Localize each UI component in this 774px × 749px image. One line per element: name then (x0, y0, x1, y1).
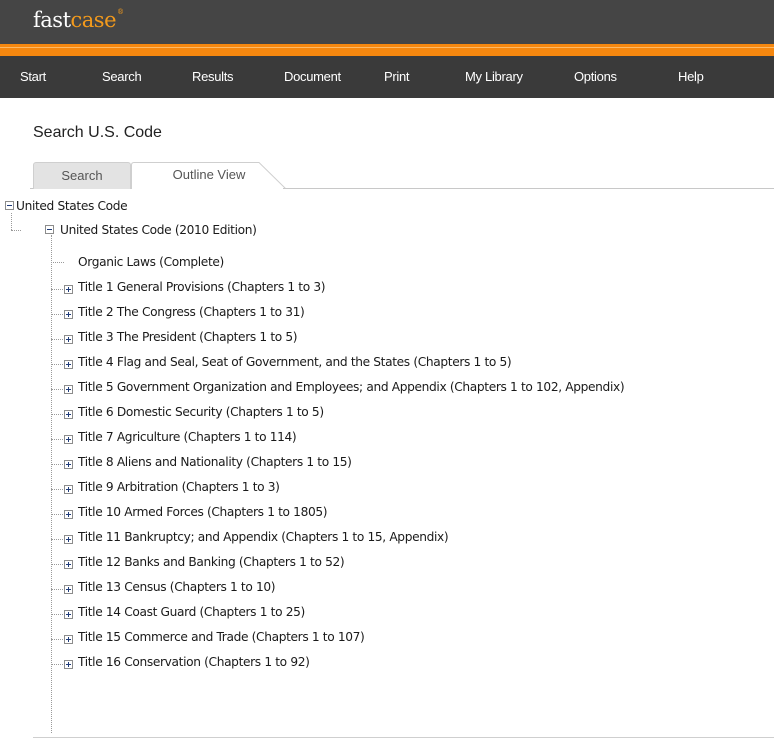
tree-node-label[interactable]: Title 3 The President (Chapters 1 to 5) (78, 330, 298, 344)
accent-stripe (0, 44, 774, 56)
registered-mark: ® (117, 8, 124, 16)
nav-my-library[interactable]: My Library (465, 69, 523, 84)
nav-document[interactable]: Document (284, 69, 341, 84)
tree-node-label[interactable]: Title 14 Coast Guard (Chapters 1 to 25) (78, 605, 305, 619)
tree-connector (51, 639, 65, 640)
tree-node-label[interactable]: Title 13 Census (Chapters 1 to 10) (78, 580, 276, 594)
plus-box-icon[interactable] (64, 410, 73, 419)
plus-box-icon[interactable] (64, 385, 73, 394)
plus-box-icon[interactable] (64, 535, 73, 544)
nav-print[interactable]: Print (384, 69, 410, 84)
tree-node-label[interactable]: Title 5 Government Organization and Empl… (78, 380, 625, 394)
plus-box-icon[interactable] (64, 635, 73, 644)
tree-connector (51, 589, 65, 590)
header-bar: fastcase® (0, 0, 774, 44)
tree-connector (51, 489, 65, 490)
tree-node-label[interactable]: Title 11 Bankruptcy; and Appendix (Chapt… (78, 530, 449, 544)
tree-node-label[interactable]: Title 8 Aliens and Nationality (Chapters… (78, 455, 352, 469)
tree-connector (51, 614, 65, 615)
fastcase-logo[interactable]: fastcase® (33, 8, 124, 32)
plus-box-icon[interactable] (64, 485, 73, 494)
tree-node-label[interactable]: Title 4 Flag and Seal, Seat of Governmen… (78, 355, 512, 369)
plus-box-icon[interactable] (64, 660, 73, 669)
tree-connector (11, 230, 21, 231)
tree-connector (51, 262, 64, 263)
tree-node-label[interactable]: United States Code (16, 199, 128, 213)
tab-outline-label: Outline View (172, 167, 246, 182)
tree-connector (51, 289, 65, 290)
nav-search[interactable]: Search (102, 69, 142, 84)
plus-box-icon[interactable] (64, 585, 73, 594)
tree-connector (51, 514, 65, 515)
logo-suffix: case (70, 8, 117, 32)
minus-box-icon[interactable] (5, 201, 14, 210)
tree-node-label[interactable]: United States Code (2010 Edition) (60, 223, 257, 237)
tree-node-label[interactable]: Title 1 General Provisions (Chapters 1 t… (78, 280, 326, 294)
page-title: Search U.S. Code (33, 124, 162, 141)
tab-search-label: Search (61, 168, 103, 183)
tree-connector (51, 364, 65, 365)
nav-start[interactable]: Start (20, 69, 46, 84)
nav-results[interactable]: Results (192, 69, 234, 84)
tree-connector (51, 539, 65, 540)
plus-box-icon[interactable] (64, 335, 73, 344)
logo-prefix: fast (33, 8, 71, 32)
tree-connector (51, 664, 65, 665)
tree-connector (11, 213, 12, 230)
panel-bottom-border (33, 737, 774, 738)
tree-connector (51, 414, 65, 415)
nav-options[interactable]: Options (574, 69, 617, 84)
tree-connector (51, 439, 65, 440)
tree-connector (51, 235, 52, 733)
tree-node-label[interactable]: Title 15 Commerce and Trade (Chapters 1 … (78, 630, 365, 644)
plus-box-icon[interactable] (64, 360, 73, 369)
nav-help[interactable]: Help (678, 69, 704, 84)
tree-connector (51, 339, 65, 340)
tab-search[interactable]: Search (33, 162, 131, 189)
tree-connector (51, 314, 65, 315)
plus-box-icon[interactable] (64, 310, 73, 319)
tree-node-label[interactable]: Title 12 Banks and Banking (Chapters 1 t… (78, 555, 345, 569)
tree-node-label[interactable]: Title 9 Arbitration (Chapters 1 to 3) (78, 480, 280, 494)
tree-node-label[interactable]: Organic Laws (Complete) (78, 255, 224, 269)
plus-box-icon[interactable] (64, 285, 73, 294)
tree-connector (51, 464, 65, 465)
plus-box-icon[interactable] (64, 460, 73, 469)
main-nav: Start Search Results Document Print My L… (0, 56, 774, 98)
tab-outline-view[interactable]: Outline View (131, 162, 287, 189)
tree-node-label[interactable]: Title 6 Domestic Security (Chapters 1 to… (78, 405, 324, 419)
tab-baseline (283, 188, 774, 189)
plus-box-icon[interactable] (64, 435, 73, 444)
plus-box-icon[interactable] (64, 610, 73, 619)
tree-node-label[interactable]: Title 10 Armed Forces (Chapters 1 to 180… (78, 505, 328, 519)
tree-node-label[interactable]: Title 2 The Congress (Chapters 1 to 31) (78, 305, 305, 319)
tree-connector (51, 564, 65, 565)
plus-box-icon[interactable] (64, 560, 73, 569)
tree-node-label[interactable]: Title 7 Agriculture (Chapters 1 to 114) (78, 430, 297, 444)
tree-node-label[interactable]: Title 16 Conservation (Chapters 1 to 92) (78, 655, 310, 669)
tab-baseline-left (30, 188, 33, 189)
tree-connector (51, 389, 65, 390)
minus-box-icon[interactable] (45, 225, 54, 234)
plus-box-icon[interactable] (64, 510, 73, 519)
